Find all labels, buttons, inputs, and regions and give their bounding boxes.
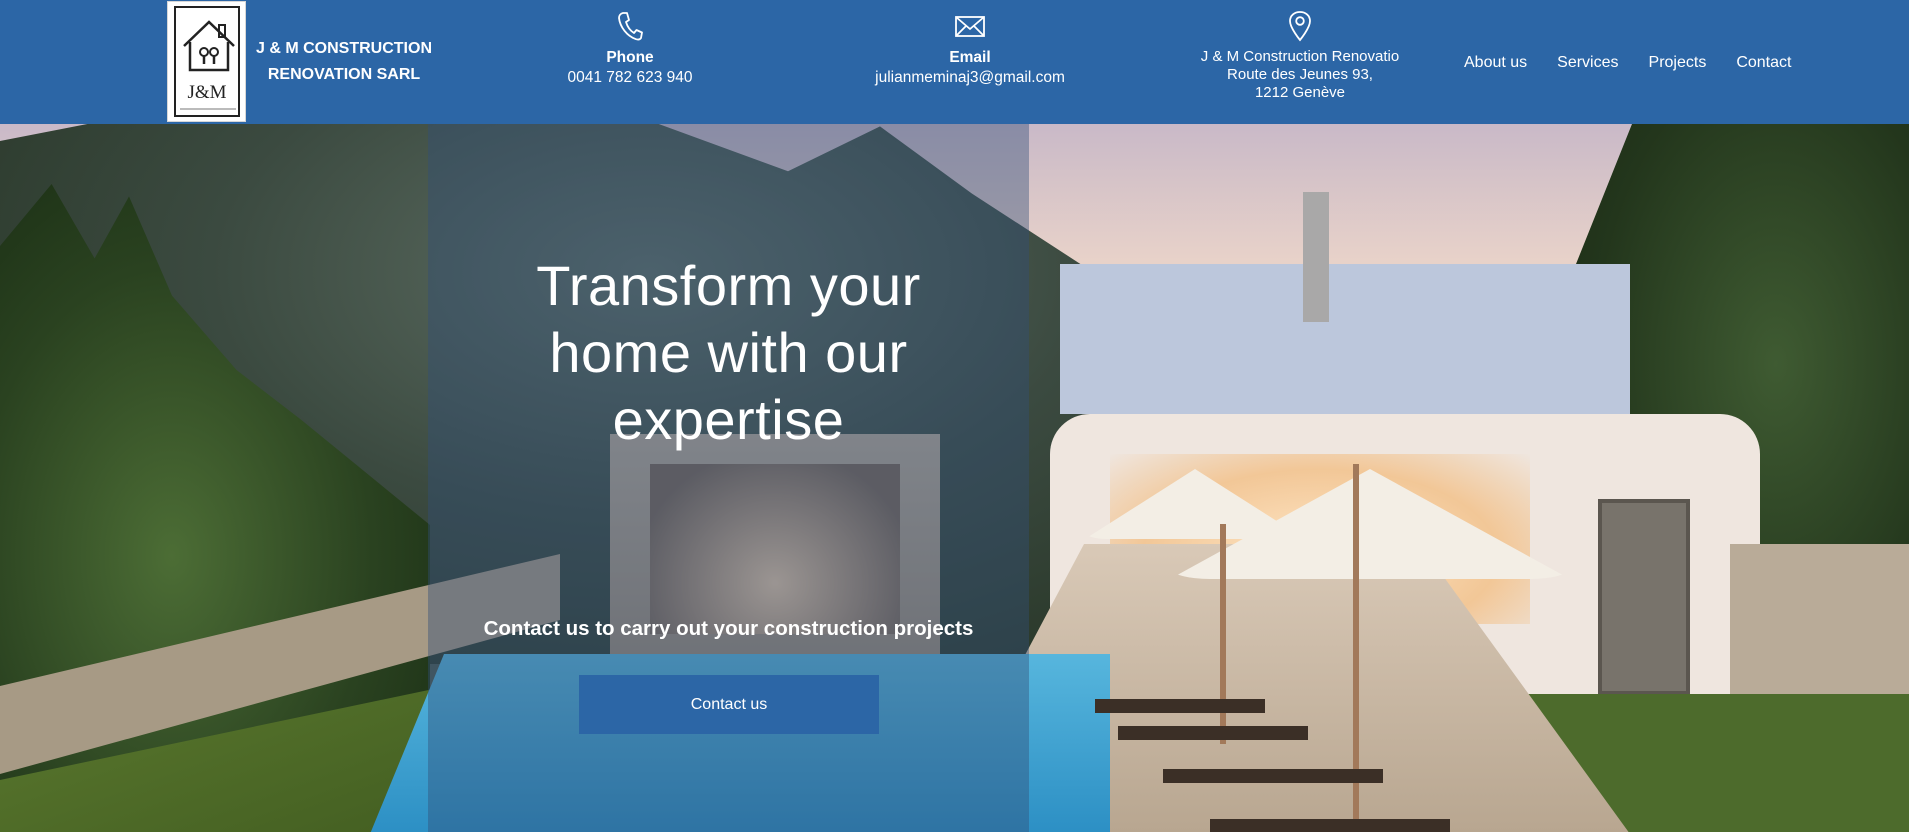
hero-lounger: [1118, 726, 1308, 740]
phone-number[interactable]: 0041 782 623 940: [540, 68, 720, 88]
hero-house-upper: [1060, 264, 1630, 414]
envelope-icon: [955, 16, 985, 37]
hero-chimney: [1303, 192, 1329, 322]
hero-lounger: [1163, 769, 1383, 783]
address-line2: Route des Jeunes 93,: [1227, 66, 1373, 83]
hero-lounger: [1210, 819, 1450, 832]
phone-icon: [618, 12, 643, 41]
hero-title-line2: home with our: [549, 321, 908, 384]
site-header: J&M J & M CONSTRUCTION RENOVATION SARL P…: [0, 0, 1909, 124]
hero-title-line3: expertise: [612, 388, 845, 451]
hero-title: Transform your home with our expertise: [428, 252, 1029, 453]
email-contact[interactable]: Email julianmeminaj3@gmail.com: [860, 10, 1080, 88]
nav-services[interactable]: Services: [1557, 54, 1618, 72]
company-name-line1: J & M CONSTRUCTION: [256, 40, 432, 57]
email-address[interactable]: julianmeminaj3@gmail.com: [860, 68, 1080, 88]
address-line1: J & M Construction Renovatio: [1200, 48, 1400, 65]
nav-contact[interactable]: Contact: [1736, 54, 1791, 72]
hero-subtitle: Contact us to carry out your constructio…: [483, 617, 974, 640]
email-title: Email: [949, 49, 991, 66]
map-pin-icon: [1289, 11, 1311, 42]
hero-lounger: [1095, 699, 1265, 713]
logo-text: J&M: [187, 82, 227, 103]
address-contact[interactable]: J & M Construction Renovatio Route des J…: [1190, 10, 1410, 102]
company-name[interactable]: J & M CONSTRUCTION RENOVATION SARL: [254, 36, 434, 88]
address-line3: 1212 Genève: [1254, 84, 1346, 101]
nav-about-us[interactable]: About us: [1464, 54, 1527, 72]
hero-title-line1: Transform your: [536, 254, 921, 317]
company-logo[interactable]: J&M: [167, 1, 246, 122]
house-tools-icon: [183, 20, 235, 72]
nav-projects[interactable]: Projects: [1649, 54, 1707, 72]
logo-tagline: [180, 108, 236, 110]
company-name-line2: RENOVATION SARL: [267, 66, 421, 83]
phone-title: Phone: [606, 49, 654, 66]
hero-house-door: [1598, 499, 1690, 695]
logo-frame: J&M: [174, 6, 240, 117]
main-nav: About us Services Projects Contact: [1464, 54, 1791, 72]
phone-contact[interactable]: Phone 0041 782 623 940: [540, 10, 720, 88]
contact-us-button[interactable]: Contact us: [579, 675, 879, 734]
